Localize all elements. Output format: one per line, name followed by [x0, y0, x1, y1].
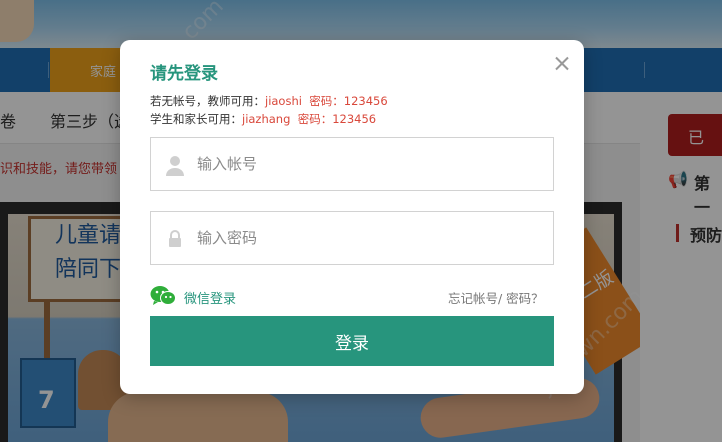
login-button[interactable]: 登录 — [150, 316, 554, 366]
wechat-login-label: 微信登录 — [184, 292, 237, 307]
modal-title: 请先登录 — [150, 64, 218, 84]
password-field — [150, 211, 554, 265]
user-icon — [166, 156, 184, 176]
forgot-credentials-link[interactable]: 忘记帐号/ 密码？ — [448, 288, 544, 307]
hint-password-label: 密码： — [297, 112, 333, 126]
close-icon[interactable] — [552, 54, 572, 74]
username-field — [150, 137, 554, 191]
hint-username: jiazhang — [242, 112, 291, 126]
login-modal: 请先登录 若无帐号，教师可用：jiaoshi 密码：123456 学生和家长可用… — [120, 40, 584, 394]
hint-text: 若无帐号，教师可用： — [150, 94, 265, 108]
hint-password: 123456 — [332, 112, 377, 126]
wechat-icon — [150, 286, 176, 305]
hint-password: 123456 — [343, 94, 388, 108]
account-hint-teacher: 若无帐号，教师可用：jiaoshi 密码：123456 — [150, 93, 388, 109]
username-input[interactable] — [197, 138, 547, 190]
hint-username: jiaoshi — [265, 94, 302, 108]
hint-password-label: 密码： — [309, 94, 344, 108]
password-input[interactable] — [197, 212, 547, 264]
account-hint-student: 学生和家长可用：jiazhang 密码：123456 — [150, 111, 376, 127]
lock-icon — [169, 230, 181, 247]
hint-text: 学生和家长可用： — [150, 112, 242, 126]
